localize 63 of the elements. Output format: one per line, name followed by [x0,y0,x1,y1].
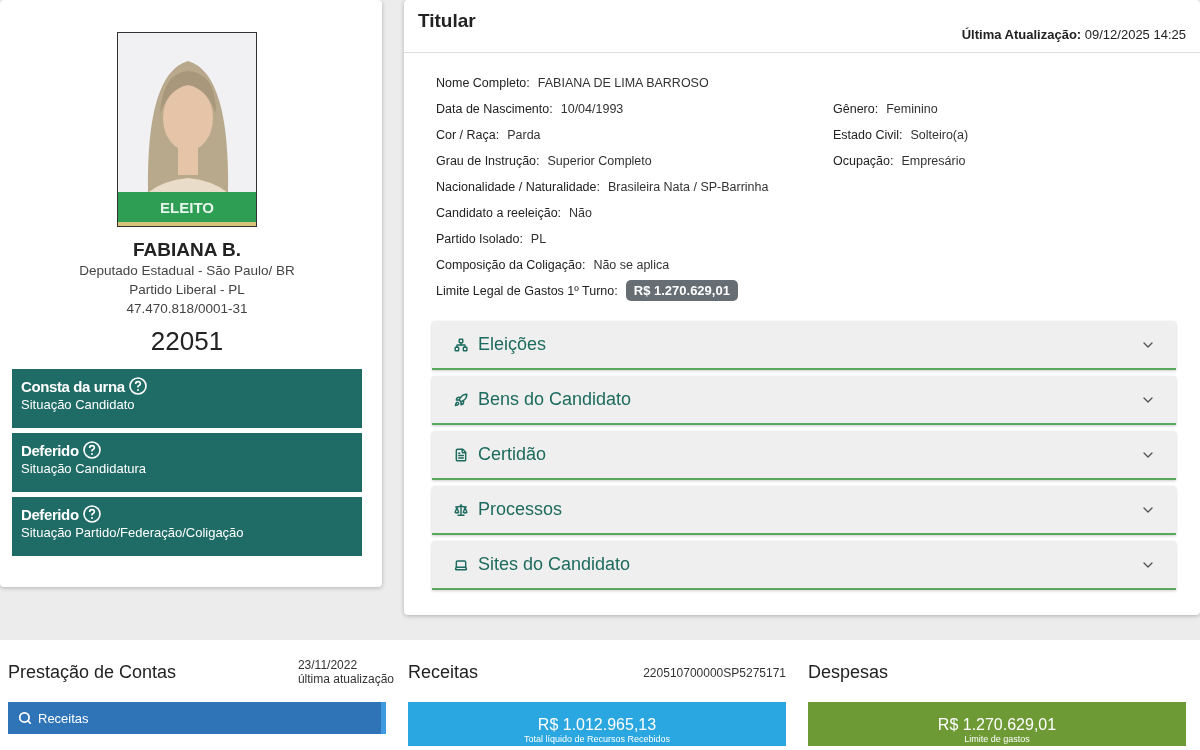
status-title: Deferido [21,505,79,523]
field-value: Feminino [886,102,938,116]
accordion-header[interactable]: Certidão [432,431,1176,480]
field-value: Superior Completo [547,154,652,168]
field-label: Estado Civil: [833,128,903,142]
candidate-detail: Deputado Estadual - São Paulo/ BR [79,262,295,280]
amount-caption: Total líquido de Recursos Recebidos [523,734,671,744]
field-value: FABIANA DE LIMA BARROSO [537,76,709,90]
accordion-header[interactable]: Sites do Candidato [432,541,1176,590]
accordion-header[interactable]: Eleições [432,321,1176,370]
section-title: Titular [418,10,476,33]
section-icon [454,447,468,462]
field-label: Composição da Coligação: [436,258,586,272]
search-button[interactable]: Receitas [8,702,386,734]
field-value: PL [530,232,547,246]
field-value: Não se aplica [593,258,670,272]
field-label: Candidato a reeleição: [436,206,562,220]
section-icon [454,502,468,517]
update-caption: última atualização [297,672,394,686]
amount: R$ 1.270.629,01 [937,716,1057,734]
status-caption: Situação Candidato [21,397,136,412]
last-update: Última Atualização: 09/12/2025 14:25 [961,27,1186,44]
elected-banner: ELEITO [118,192,256,226]
section-icon [454,392,468,407]
panel-title: Prestação de Contas [8,662,177,684]
field-value: Parda [507,128,541,142]
field-label: Nome Completo: [436,76,530,90]
candidate-detail: Partido Liberal - PL [129,281,245,299]
field-value: 10/04/1993 [560,102,624,116]
update-date: 23/11/2022 [297,658,359,672]
field-label: Ocupação: [833,154,894,168]
field-value: Não [569,206,593,220]
panel-title: Receitas [408,662,479,684]
field-value: Solteiro(a) [910,128,969,142]
field-value: Empresário [901,154,966,168]
help-icon[interactable] [82,505,101,523]
status-caption: Situação Partido/Federação/Coligação [21,525,245,540]
section-icon [454,337,468,352]
amount: R$ 1.012.965,13 [537,716,657,734]
amount-caption: Limite de gastos [964,734,1030,744]
field-label: Gênero: [833,102,879,116]
help-icon[interactable] [82,441,101,459]
accordion-header[interactable]: Bens do Candidato [432,376,1176,425]
section-icon [454,557,468,572]
candidate-detail: 47.470.818/0001-31 [126,300,248,318]
help-icon[interactable] [128,377,147,395]
account-code: 220510700000SP5275171 [643,666,786,682]
field-label: Cor / Raça: [436,128,500,142]
candidate-name: FABIANA B. [133,239,241,261]
field-value: Brasileira Nata / SP-Barrinha [608,180,769,194]
search-icon [18,711,32,725]
panel-title: Despesas [808,662,889,684]
field-label: Data de Nascimento: [436,102,553,116]
field-label: Partido Isolado: [436,232,523,246]
price-badge: R$ 1.270.629,01 [625,280,738,301]
status-title: Deferido [21,441,79,459]
accordion-header[interactable]: Processos [432,486,1176,535]
field-label: Limite Legal de Gastos 1º Turno: [436,284,618,298]
field-label: Grau de Instrução: [436,154,540,168]
field-label: Nacionalidade / Naturalidade: [436,180,600,194]
status-title: Consta da urna [21,377,125,395]
status-caption: Situação Candidatura [21,461,148,476]
candidate-number: 22051 [150,326,224,357]
